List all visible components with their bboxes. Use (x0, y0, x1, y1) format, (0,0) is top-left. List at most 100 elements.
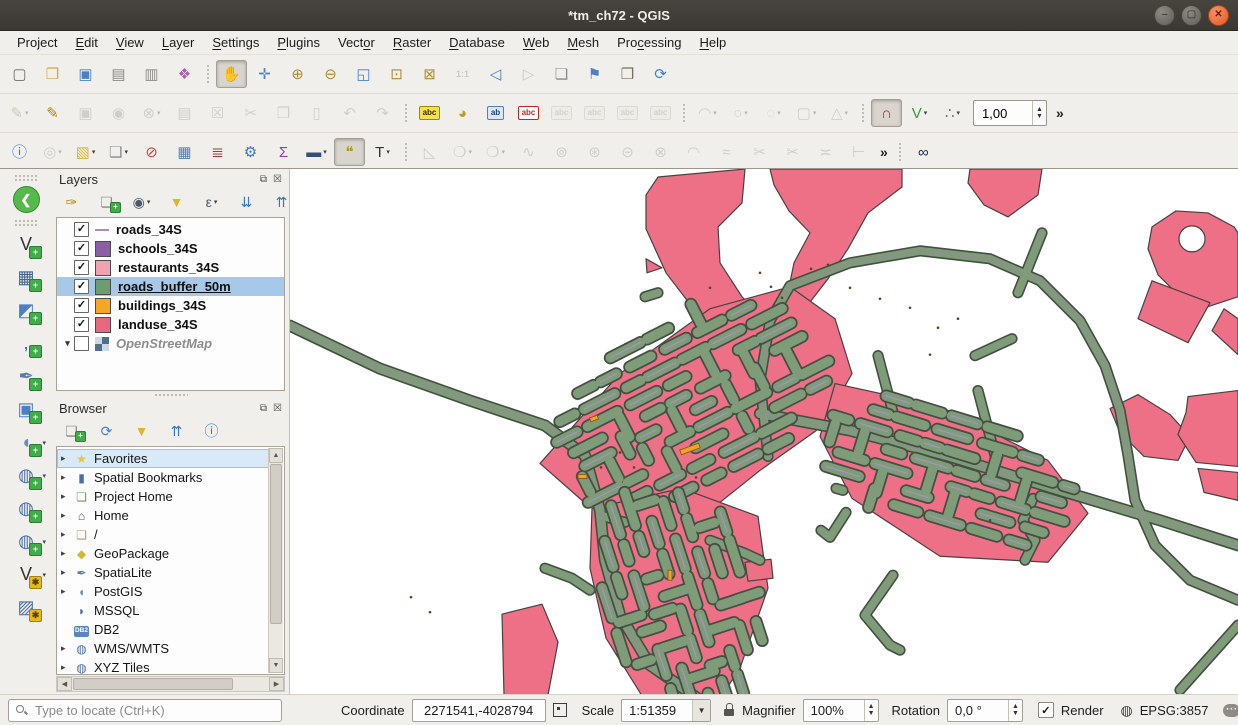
browser-item-geopackage[interactable]: ▸◆GeoPackage (57, 544, 269, 563)
spin-up-icon[interactable]: ▲ (1012, 703, 1019, 710)
browser-item-spatialite[interactable]: ▸✒SpatiaLite (57, 563, 269, 582)
expand-arrow-icon[interactable]: ▸ (61, 472, 73, 483)
filter-legend-by-expression[interactable]: ε▾ (196, 190, 227, 214)
tracing-offset-value[interactable]: 1,00 (974, 101, 1032, 125)
pan-to-selection[interactable]: ✛ (249, 60, 280, 88)
scroll-right-button[interactable]: ▶ (269, 677, 284, 691)
browser-float-icon[interactable]: ⧉ (260, 403, 267, 414)
open-layer-styling-panel[interactable]: ✑ (56, 190, 87, 214)
expand-arrow-icon[interactable]: ▸ (61, 662, 73, 673)
layer-checkbox[interactable] (74, 336, 89, 351)
tracing-offset[interactable]: 1,00▲▼ (973, 100, 1047, 126)
new-gpx-layer[interactable]: ▨✱ (10, 592, 42, 622)
select-features[interactable]: ▧▾ (70, 138, 101, 166)
browser-item-postgis[interactable]: ▸◖PostGIS (57, 582, 269, 601)
menu-layer[interactable]: Layer (153, 33, 204, 52)
layer-diagram-options[interactable]: ◕ (447, 99, 478, 127)
menu-processing[interactable]: Processing (608, 33, 690, 52)
add-wfs-layer[interactable]: ◍+▾ (10, 526, 42, 556)
refresh-map[interactable]: ⟳ (645, 60, 676, 88)
browser-vertical-scrollbar[interactable]: ▲ ▼ (268, 448, 283, 673)
zoom-to-selection[interactable]: ⊡ (381, 60, 412, 88)
maximize-button[interactable]: ▢ (1181, 5, 1202, 26)
expand-arrow-icon[interactable]: ▸ (61, 529, 73, 540)
browser-item-db2[interactable]: DB2DB2 (57, 620, 269, 639)
add-wcs-layer[interactable]: ◍+ (10, 493, 42, 523)
show-layout-manager[interactable]: ▥ (136, 60, 167, 88)
browser-item-wms-wmts[interactable]: ▸◍WMS/WMTS (57, 639, 269, 658)
style-manager[interactable]: ❖ (169, 60, 200, 88)
new-shapefile-layer[interactable]: V✱▾ (10, 559, 42, 589)
browser-properties[interactable]: ⓘ (196, 419, 227, 443)
zoom-out[interactable]: ⊖ (315, 60, 346, 88)
filter-legend[interactable]: ▼ (161, 190, 192, 214)
menu-vector[interactable]: Vector (329, 33, 384, 52)
toolbar-overflow-attributes[interactable]: » (875, 144, 893, 160)
add-spatialite-layer[interactable]: ✒+ (10, 361, 42, 391)
text-annotation[interactable]: T▾ (367, 138, 398, 166)
dropdown-arrow-icon[interactable]: ▾ (323, 148, 327, 156)
osm-place-search[interactable]: ∞ (908, 138, 939, 166)
save-project[interactable]: ▣ (70, 60, 101, 88)
new-project[interactable]: ▢ (4, 60, 35, 88)
dropdown-arrow-icon[interactable]: ▾ (501, 148, 505, 156)
scale-lock-icon[interactable] (724, 703, 735, 717)
dropdown-arrow-icon[interactable]: ▾ (42, 439, 46, 447)
enable-snapping[interactable]: ∩ (871, 99, 902, 127)
add-delimited-text-layer[interactable]: ,+ (10, 328, 42, 358)
dropdown-arrow-icon[interactable]: ▾ (468, 148, 472, 156)
layer-row-openstreetmap[interactable]: ▾OpenStreetMap (57, 334, 284, 353)
layer-row-schools-34s[interactable]: ✓schools_34S (57, 239, 284, 258)
open-data-source-manager[interactable]: ❮ (10, 184, 42, 214)
open-attribute-table[interactable]: ▦ (169, 138, 200, 166)
browser-item-mssql[interactable]: ◗MSSQL (57, 601, 269, 620)
dropdown-arrow-icon[interactable]: ▾ (42, 472, 46, 480)
deselect-features[interactable]: ⊘ (136, 138, 167, 166)
statistical-summary[interactable]: Σ (268, 138, 299, 166)
browser-item-[interactable]: ▸❏/ (57, 525, 269, 544)
expand-arrow-icon[interactable]: ▸ (61, 643, 73, 654)
dropdown-arrow-icon[interactable]: ▾ (744, 109, 748, 117)
crs-status[interactable]: EPSG:3857 (1140, 703, 1209, 718)
menu-plugins[interactable]: Plugins (268, 33, 329, 52)
dropdown-arrow-icon[interactable]: ▾ (25, 109, 29, 117)
browser-item-spatial-bookmarks[interactable]: ▸▮Spatial Bookmarks (57, 468, 269, 487)
pin-unpin-labels[interactable]: ab (480, 99, 511, 127)
select-features-by-value[interactable]: ❏▾ (103, 138, 134, 166)
identify-features[interactable]: ⓘ (4, 138, 35, 166)
messages-icon[interactable] (1223, 704, 1238, 717)
browser-item-xyz-tiles[interactable]: ▸◍XYZ Tiles (57, 658, 269, 675)
show-spatial-bookmarks[interactable]: ⚑ (579, 60, 610, 88)
layer-row-landuse-34s[interactable]: ✓landuse_34S (57, 315, 284, 334)
menu-mesh[interactable]: Mesh (558, 33, 608, 52)
scrollbar-thumb[interactable] (270, 464, 282, 624)
spin-up-icon[interactable]: ▲ (1036, 106, 1043, 113)
browser-close-icon[interactable]: ☒ (273, 403, 282, 414)
expand-arrow-icon[interactable]: ▸ (61, 453, 73, 464)
spin-down-icon[interactable]: ▼ (868, 710, 875, 717)
menu-help[interactable]: Help (690, 33, 735, 52)
rotation-spinner[interactable]: 0,0 ° ▲▼ (947, 699, 1023, 722)
scale-combo[interactable]: 1:51359 ▼ (621, 699, 711, 722)
dropdown-arrow-icon[interactable]: ▾ (92, 148, 96, 156)
expand-arrow-icon[interactable]: ▸ (61, 491, 73, 502)
render-checkbox[interactable]: ✓ (1038, 702, 1054, 718)
add-mesh-layer[interactable]: ◩+ (10, 295, 42, 325)
panel-splitter[interactable] (52, 391, 289, 398)
add-vector-layer[interactable]: V+ (10, 229, 42, 259)
toggle-editing[interactable]: ✎ (37, 99, 68, 127)
add-wms-wmts-layer[interactable]: ◍+▾ (10, 460, 42, 490)
dropdown-arrow-icon[interactable]: ▾ (157, 109, 161, 117)
filter-browser[interactable]: ▼ (126, 419, 157, 443)
browser-item-home[interactable]: ▸⌂Home (57, 506, 269, 525)
dropdown-arrow-icon[interactable]: ▾ (42, 538, 46, 546)
layer-row-roads-34s[interactable]: ✓roads_34S (57, 220, 284, 239)
add-raster-layer[interactable]: ▦+ (10, 262, 42, 292)
scroll-left-button[interactable]: ◀ (57, 677, 72, 691)
browser-horizontal-scrollbar[interactable]: ◀ ▶ (56, 676, 285, 692)
add-group[interactable]: ❏+ (91, 190, 122, 214)
map-tips[interactable]: ❝ (334, 138, 365, 166)
expand-arrow-icon[interactable]: ▾ (61, 338, 74, 349)
dropdown-arrow-icon[interactable]: ▾ (813, 109, 817, 117)
dropdown-arrow-icon[interactable]: ▾ (713, 109, 717, 117)
